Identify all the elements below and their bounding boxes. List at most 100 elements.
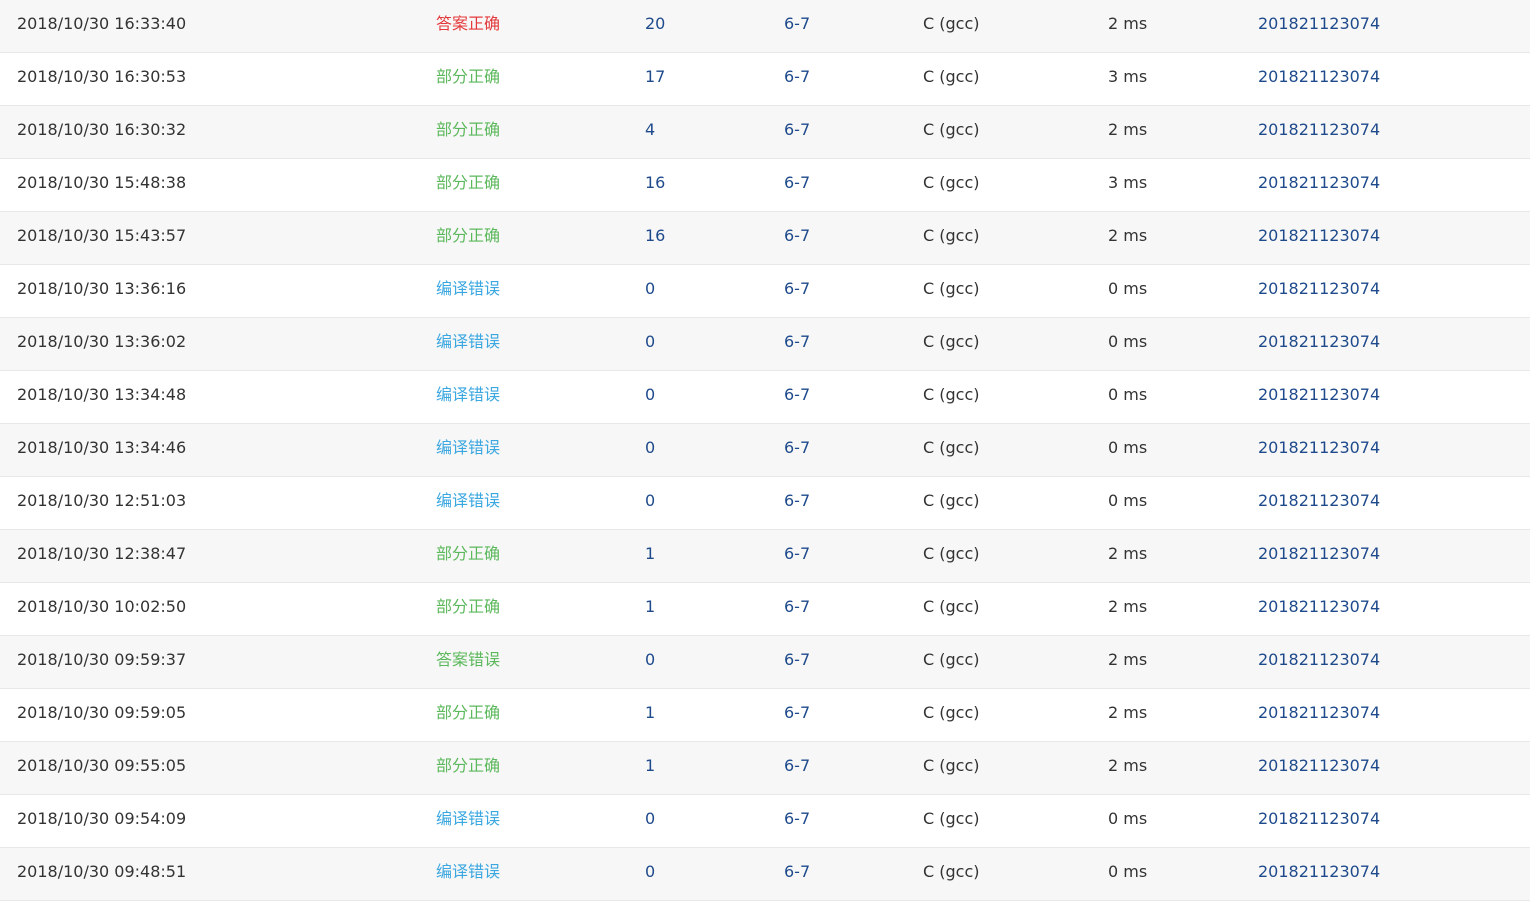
table-row: 2018/10/30 09:59:05 部分正确 1 6-7 C (gcc) 2…	[0, 689, 1530, 742]
status-link[interactable]: 部分正确	[436, 742, 500, 794]
user-link[interactable]: 201821123074	[1258, 212, 1380, 264]
score-link[interactable]: 0	[645, 795, 655, 847]
status-link[interactable]: 部分正确	[436, 583, 500, 635]
problem-link[interactable]: 6-7	[784, 848, 810, 900]
problem-link[interactable]: 6-7	[784, 0, 810, 52]
submission-time: 2018/10/30 13:34:48	[17, 385, 187, 404]
status-link[interactable]: 编译错误	[436, 795, 500, 847]
language-label: C (gcc)	[923, 120, 980, 139]
problem-link[interactable]: 6-7	[784, 530, 810, 582]
time-used: 0 ms	[1108, 385, 1148, 404]
status-link[interactable]: 编译错误	[436, 848, 500, 900]
score-link[interactable]: 0	[645, 371, 655, 423]
submission-time: 2018/10/30 12:38:47	[17, 544, 187, 563]
user-link[interactable]: 201821123074	[1258, 0, 1380, 52]
score-link[interactable]: 20	[645, 0, 665, 52]
status-link[interactable]: 部分正确	[436, 106, 500, 158]
user-link[interactable]: 201821123074	[1258, 159, 1380, 211]
language-label: C (gcc)	[923, 332, 980, 351]
problem-link[interactable]: 6-7	[784, 159, 810, 211]
score-link[interactable]: 1	[645, 583, 655, 635]
table-row: 2018/10/30 09:48:51 编译错误 0 6-7 C (gcc) 0…	[0, 848, 1530, 901]
problem-link[interactable]: 6-7	[784, 795, 810, 847]
status-link[interactable]: 答案正确	[436, 0, 500, 52]
status-link[interactable]: 编译错误	[436, 265, 500, 317]
time-used: 2 ms	[1108, 756, 1148, 775]
user-link[interactable]: 201821123074	[1258, 424, 1380, 476]
submission-time: 2018/10/30 09:59:05	[17, 703, 187, 722]
user-link[interactable]: 201821123074	[1258, 583, 1380, 635]
time-used: 3 ms	[1108, 173, 1148, 192]
user-link[interactable]: 201821123074	[1258, 689, 1380, 741]
submission-time: 2018/10/30 09:59:37	[17, 650, 187, 669]
score-link[interactable]: 1	[645, 689, 655, 741]
table-row: 2018/10/30 09:59:37 答案错误 0 6-7 C (gcc) 2…	[0, 636, 1530, 689]
user-link[interactable]: 201821123074	[1258, 265, 1380, 317]
language-label: C (gcc)	[923, 650, 980, 669]
table-row: 2018/10/30 15:43:57 部分正确 16 6-7 C (gcc) …	[0, 212, 1530, 265]
status-link[interactable]: 编译错误	[436, 371, 500, 423]
user-link[interactable]: 201821123074	[1258, 318, 1380, 370]
table-row: 2018/10/30 10:02:50 部分正确 1 6-7 C (gcc) 2…	[0, 583, 1530, 636]
time-used: 2 ms	[1108, 597, 1148, 616]
language-label: C (gcc)	[923, 809, 980, 828]
user-link[interactable]: 201821123074	[1258, 477, 1380, 529]
problem-link[interactable]: 6-7	[784, 424, 810, 476]
status-link[interactable]: 编译错误	[436, 318, 500, 370]
user-link[interactable]: 201821123074	[1258, 742, 1380, 794]
score-link[interactable]: 1	[645, 742, 655, 794]
score-link[interactable]: 0	[645, 848, 655, 900]
submission-time: 2018/10/30 12:51:03	[17, 491, 187, 510]
user-link[interactable]: 201821123074	[1258, 636, 1380, 688]
problem-link[interactable]: 6-7	[784, 583, 810, 635]
status-link[interactable]: 部分正确	[436, 53, 500, 105]
language-label: C (gcc)	[923, 279, 980, 298]
table-row: 2018/10/30 13:34:48 编译错误 0 6-7 C (gcc) 0…	[0, 371, 1530, 424]
user-link[interactable]: 201821123074	[1258, 53, 1380, 105]
submission-time: 2018/10/30 09:55:05	[17, 756, 187, 775]
score-link[interactable]: 0	[645, 636, 655, 688]
user-link[interactable]: 201821123074	[1258, 795, 1380, 847]
score-link[interactable]: 0	[645, 424, 655, 476]
status-link[interactable]: 编译错误	[436, 424, 500, 476]
score-link[interactable]: 0	[645, 265, 655, 317]
language-label: C (gcc)	[923, 862, 980, 881]
score-link[interactable]: 16	[645, 159, 665, 211]
time-used: 0 ms	[1108, 809, 1148, 828]
status-link[interactable]: 部分正确	[436, 530, 500, 582]
score-link[interactable]: 17	[645, 53, 665, 105]
score-link[interactable]: 0	[645, 318, 655, 370]
problem-link[interactable]: 6-7	[784, 742, 810, 794]
problem-link[interactable]: 6-7	[784, 53, 810, 105]
submission-time: 2018/10/30 16:33:40	[17, 14, 187, 33]
problem-link[interactable]: 6-7	[784, 689, 810, 741]
time-used: 3 ms	[1108, 67, 1148, 86]
submission-time: 2018/10/30 09:54:09	[17, 809, 187, 828]
problem-link[interactable]: 6-7	[784, 477, 810, 529]
score-link[interactable]: 1	[645, 530, 655, 582]
problem-link[interactable]: 6-7	[784, 371, 810, 423]
time-used: 0 ms	[1108, 279, 1148, 298]
problem-link[interactable]: 6-7	[784, 318, 810, 370]
problem-link[interactable]: 6-7	[784, 106, 810, 158]
time-used: 2 ms	[1108, 120, 1148, 139]
language-label: C (gcc)	[923, 756, 980, 775]
score-link[interactable]: 4	[645, 106, 655, 158]
problem-link[interactable]: 6-7	[784, 636, 810, 688]
user-link[interactable]: 201821123074	[1258, 848, 1380, 900]
status-link[interactable]: 部分正确	[436, 689, 500, 741]
score-link[interactable]: 0	[645, 477, 655, 529]
score-link[interactable]: 16	[645, 212, 665, 264]
user-link[interactable]: 201821123074	[1258, 371, 1380, 423]
problem-link[interactable]: 6-7	[784, 212, 810, 264]
status-link[interactable]: 编译错误	[436, 477, 500, 529]
user-link[interactable]: 201821123074	[1258, 530, 1380, 582]
status-link[interactable]: 部分正确	[436, 212, 500, 264]
table-row: 2018/10/30 13:36:02 编译错误 0 6-7 C (gcc) 0…	[0, 318, 1530, 371]
status-link[interactable]: 答案错误	[436, 636, 500, 688]
submission-time: 2018/10/30 09:48:51	[17, 862, 187, 881]
problem-link[interactable]: 6-7	[784, 265, 810, 317]
user-link[interactable]: 201821123074	[1258, 106, 1380, 158]
table-row: 2018/10/30 09:55:05 部分正确 1 6-7 C (gcc) 2…	[0, 742, 1530, 795]
status-link[interactable]: 部分正确	[436, 159, 500, 211]
